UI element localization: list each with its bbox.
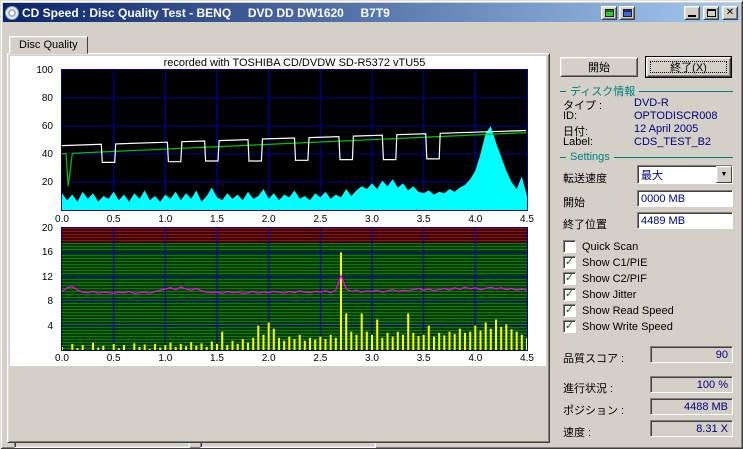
disc-id-label: ID: [563,110,578,122]
maximize-icon [706,8,716,17]
start-button[interactable]: 開始 [560,57,638,77]
y-tick-label: 80 [41,93,53,104]
y-tick-label: 8 [47,296,53,308]
transfer-speed-value: 最大 [641,169,663,182]
exit-button[interactable]: 終了(X) [645,56,732,78]
checkbox-box: ✓ [563,320,576,333]
y-tick-label: 12 [41,271,53,283]
bottom-chart-y-axis: 20 16 12 8 4 [10,223,58,350]
top-chart-svg [62,70,527,210]
x-tick-label: 0.0 [55,214,69,225]
dropdown-button[interactable]: ▼ [716,166,732,183]
disc-label-value: CDS_TEST_B2 [634,136,712,148]
progress-value: 100 % [650,376,733,393]
chevron-down-icon: ▼ [720,171,728,178]
y-tick-label: 20 [41,223,53,234]
x-tick-label: 0.5 [106,214,121,225]
checkbox-show-c2-pif[interactable]: ✓ Show C2/PIF [563,272,647,285]
quality-score-label: 品質スコア : [563,353,625,365]
end-position-label: 終了位置 [563,219,607,231]
y-tick-label: 20 [41,177,53,188]
app-icon [5,5,19,20]
x-tick-label: 3.0 [365,353,379,364]
x-tick-label: 2.5 [313,353,328,364]
bottom-chart-x-axis: 0.0 0.5 1.0 1.5 2.0 2.5 3.0 3.5 4.0 4.5 [55,353,534,364]
x-tick-label: 2.0 [261,214,276,225]
app-window: CD Speed : Disc Quality Test - BENQ DVD … [0,0,743,449]
x-tick-label: 1.5 [210,214,224,225]
close-button[interactable]: ✕ [722,5,738,20]
disc-type-value: DVD-R [634,97,669,109]
checkbox-quick-scan[interactable]: Quick Scan [563,240,638,253]
maximize-button[interactable] [703,5,719,20]
disc-date-value: 12 April 2005 [634,123,699,135]
end-position-field[interactable]: 4489 MB [637,212,733,229]
start-position-field[interactable]: 0000 MB [637,190,733,207]
minimize-button[interactable] [684,5,700,20]
x-tick-label: 3.0 [365,214,379,225]
checkbox-show-read-speed[interactable]: ✓ Show Read Speed [563,304,674,317]
x-tick-label: 4.0 [468,353,483,364]
x-tick-label: 1.5 [210,353,224,364]
disc-id-value: OPTODISCR008 [634,110,718,122]
x-tick-label: 3.5 [416,214,431,225]
start-position-label: 開始 [563,197,585,209]
close-icon: ✕ [725,6,735,18]
checkbox-box: ✓ [563,272,576,285]
green-window-icon [604,8,614,17]
checkbox-show-write-speed[interactable]: ✓ Show Write Speed [563,320,673,333]
position-label: ポジション : [563,405,625,417]
x-tick-label: 1.0 [158,214,173,225]
window-title: CD Speed : Disc Quality Test - BENQ DVD … [22,5,390,20]
checkbox-box: ✓ [563,288,576,301]
progress-label: 進行状況 : [563,383,614,395]
checkbox-box [563,240,576,253]
y-tick-label: 100 [36,65,53,76]
transfer-speed-label: 転送速度 [563,173,607,185]
x-tick-label: 4.0 [468,214,483,225]
settings-header: Settings [560,151,733,163]
x-tick-label: 4.5 [520,214,534,225]
chart-title: recorded with TOSHIBA CD/DVDW SD-R5372 v… [163,57,426,69]
x-tick-label: 4.5 [520,353,534,364]
top-chart-y-axis: 100 80 60 40 20 [10,65,58,210]
y-tick-label: 4 [47,320,53,332]
x-tick-label: 1.0 [158,353,173,364]
bottom-chart-svg [62,228,527,350]
minimize-icon [688,15,696,17]
x-tick-label: 2.5 [313,214,328,225]
y-tick-label: 40 [41,149,53,160]
x-tick-label: 3.5 [416,353,431,364]
tab-disc-quality[interactable]: Disc Quality [9,36,88,54]
y-tick-label: 16 [41,247,53,259]
top-chart-x-axis: 0.0 0.5 1.0 1.5 2.0 2.5 3.0 3.5 4.0 4.5 [55,214,534,225]
y-tick-label: 60 [41,121,53,132]
blue-window-icon [622,8,632,17]
x-tick-label: 0.0 [55,353,69,364]
checkbox-show-c1-pie[interactable]: ✓ Show C1/PIE [563,256,647,269]
bottom-chart [61,227,528,351]
disc-label-label: Label: [563,136,593,148]
checkbox-box: ✓ [563,256,576,269]
transfer-speed-select[interactable]: 最大 ▼ [637,165,733,184]
speed-label: 速度 : [563,427,592,439]
titlebar-icon-green[interactable] [601,5,617,20]
title-bar[interactable]: CD Speed : Disc Quality Test - BENQ DVD … [3,3,740,22]
x-tick-label: 2.0 [261,353,276,364]
checkbox-box: ✓ [563,304,576,317]
quality-score-value: 90 [650,346,733,363]
position-value: 4488 MB [650,398,733,415]
titlebar-icon-blue[interactable] [619,5,635,20]
speed-value: 8.31 X [650,420,733,437]
checkbox-show-jitter[interactable]: ✓ Show Jitter [563,288,636,301]
chart-panel: recorded with TOSHIBA CD/DVDW SD-R5372 v… [10,56,546,366]
x-tick-label: 0.5 [106,353,121,364]
top-chart [61,69,528,211]
